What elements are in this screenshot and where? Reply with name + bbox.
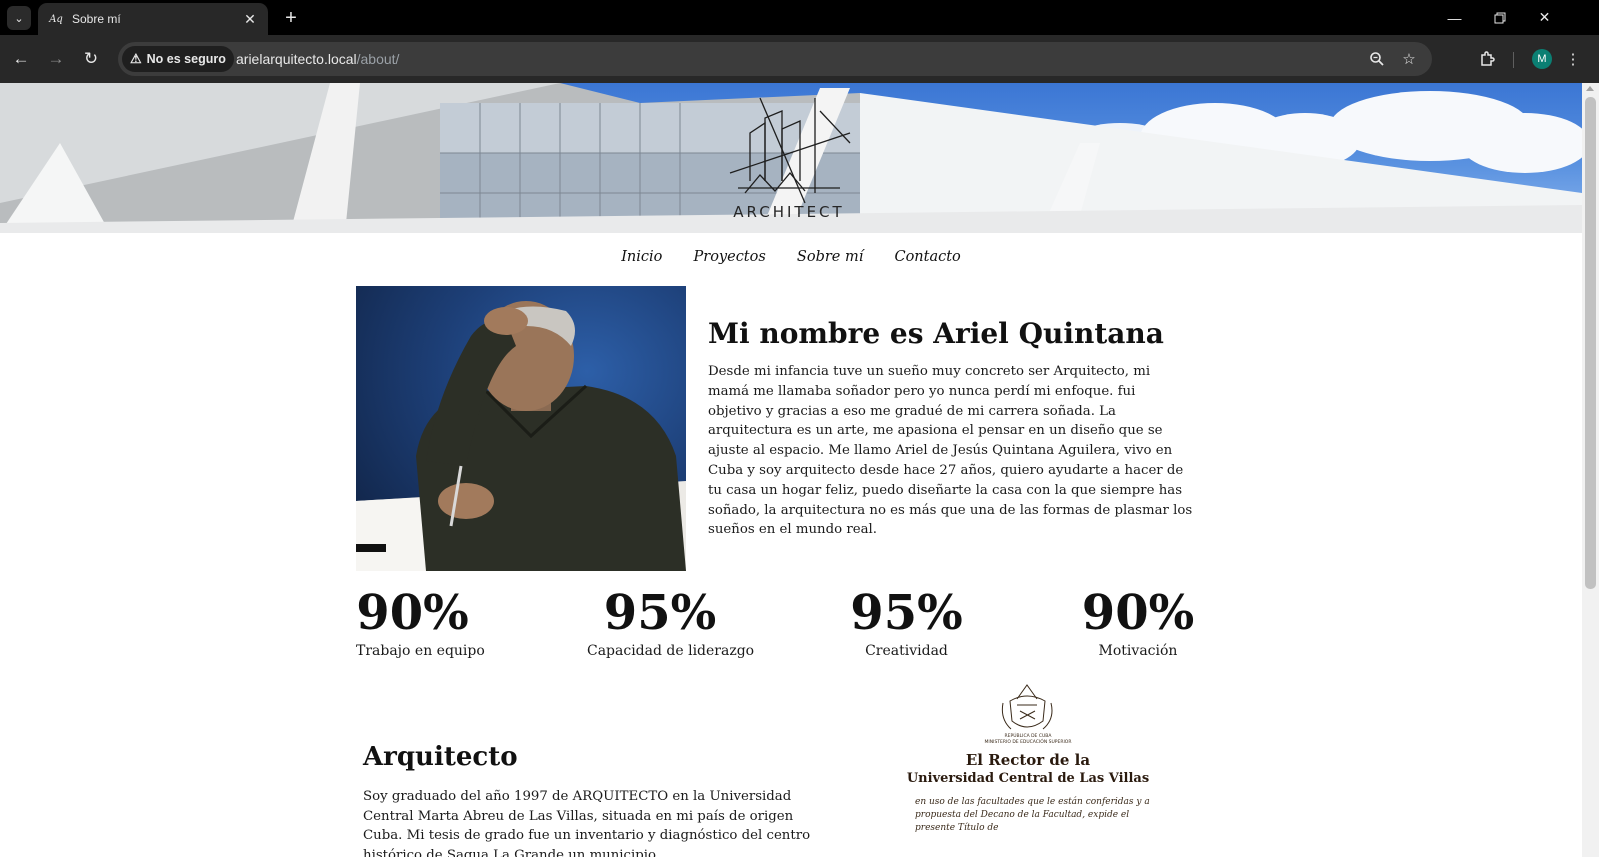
zoom-magnifier-icon[interactable] bbox=[1366, 48, 1388, 70]
stat-value: 95% bbox=[603, 585, 717, 641]
back-arrow-icon[interactable]: ← bbox=[8, 46, 34, 72]
scroll-up-arrow-icon[interactable] bbox=[1586, 86, 1594, 91]
extensions-puzzle-icon[interactable] bbox=[1474, 46, 1500, 72]
url-text[interactable]: arielarquitecto.local/about/ bbox=[236, 51, 399, 67]
profile-avatar[interactable]: M bbox=[1532, 49, 1552, 69]
new-tab-plus-icon[interactable]: + bbox=[278, 7, 304, 29]
stat-label: Motivación bbox=[1098, 643, 1178, 659]
page-scrollbar[interactable] bbox=[1582, 83, 1599, 857]
hero-banner: ARCHITECT bbox=[0, 83, 1582, 233]
stat-creativity: 95% Creatividad bbox=[850, 583, 963, 659]
nav-link-contacto[interactable]: Contacto bbox=[894, 249, 960, 265]
tab-close-icon[interactable]: ✕ bbox=[240, 9, 260, 29]
logo-wordmark: ARCHITECT bbox=[733, 203, 845, 221]
toolbar-separator bbox=[1513, 52, 1514, 68]
site-favicon-icon: Aq bbox=[49, 13, 63, 25]
diploma-rector: El Rector de la bbox=[966, 751, 1091, 769]
window-restore-icon[interactable] bbox=[1477, 0, 1522, 35]
security-chip[interactable]: ⚠ No es seguro bbox=[122, 46, 234, 72]
stat-leadership: 95% Capacidad de liderazgo bbox=[587, 583, 755, 659]
security-label: No es seguro bbox=[146, 52, 226, 66]
tab-search-chevron-icon[interactable]: ⌄ bbox=[7, 6, 31, 30]
browser-toolbar: ← → ↻ ⚠ No es seguro arielarquitecto.loc… bbox=[0, 35, 1599, 83]
education-paragraph: Soy graduado del año 1997 de ARQUITECTO … bbox=[363, 789, 811, 857]
stat-label: Capacidad de liderazgo bbox=[587, 643, 755, 659]
tab-title: Sobre mí bbox=[72, 12, 121, 26]
nav-link-proyectos[interactable]: Proyectos bbox=[694, 249, 766, 265]
window-close-icon[interactable]: ✕ bbox=[1522, 0, 1567, 35]
page-viewport: ARCHITECT Inicio Proyectos Sobre mí Cont… bbox=[0, 83, 1582, 857]
nav-link-sobre-mi[interactable]: Sobre mí bbox=[797, 249, 863, 265]
nav-link-inicio[interactable]: Inicio bbox=[621, 249, 662, 265]
browser-tab-active[interactable]: Aq Sobre mí ✕ bbox=[38, 3, 268, 35]
diploma-line: en uso de las facultades que le están co… bbox=[915, 796, 1150, 807]
browser-tab-strip: ⌄ Aq Sobre mí ✕ + — ✕ bbox=[0, 0, 1599, 35]
architect-logo-icon bbox=[729, 97, 851, 204]
education-title: Arquitecto bbox=[363, 742, 518, 772]
url-path: /about/ bbox=[356, 51, 400, 67]
intro-paragraph: Desde mi infancia tuve un sueño muy conc… bbox=[708, 364, 1193, 538]
diploma-ministry: MINISTERIO DE EDUCACIÓN SUPERIOR bbox=[985, 738, 1072, 745]
diploma-line: propuesta del Decano de la Facultad, exp… bbox=[915, 810, 1129, 820]
forward-arrow-icon[interactable]: → bbox=[43, 46, 69, 72]
diploma-image: REPÚBLICA DE CUBA MINISTERIO DE EDUCACIÓ… bbox=[907, 684, 1150, 833]
browser-menu-kebab-icon[interactable]: ⋮ bbox=[1565, 46, 1581, 72]
site-navigation: Inicio Proyectos Sobre mí Contacto bbox=[0, 246, 1582, 265]
stat-teamwork: 90% Trabajo en equipo bbox=[356, 583, 485, 659]
diploma-country: REPÚBLICA DE CUBA bbox=[1005, 732, 1053, 739]
stat-label: Trabajo en equipo bbox=[356, 643, 485, 659]
address-bar[interactable]: ⚠ No es seguro arielarquitecto.local/abo… bbox=[118, 42, 1432, 76]
diploma-line: presente Título de bbox=[915, 822, 998, 833]
diploma-university: Universidad Central de Las Villas bbox=[907, 771, 1149, 786]
stat-value: 90% bbox=[356, 585, 469, 641]
intro-title: Mi nombre es Ariel Quintana bbox=[708, 317, 1164, 350]
scrollbar-thumb[interactable] bbox=[1585, 97, 1596, 589]
stat-value: 90% bbox=[1081, 585, 1195, 641]
stat-value: 95% bbox=[850, 585, 963, 641]
reload-icon[interactable]: ↻ bbox=[78, 46, 104, 72]
warning-triangle-icon: ⚠ bbox=[130, 51, 142, 66]
window-minimize-icon[interactable]: — bbox=[1432, 0, 1477, 35]
url-host: arielarquitecto.local bbox=[236, 51, 357, 67]
bookmark-star-icon[interactable]: ☆ bbox=[1398, 48, 1420, 70]
stat-label: Creatividad bbox=[865, 643, 948, 659]
portrait-photo bbox=[356, 286, 686, 571]
stat-motivation: 90% Motivación bbox=[1080, 583, 1196, 659]
